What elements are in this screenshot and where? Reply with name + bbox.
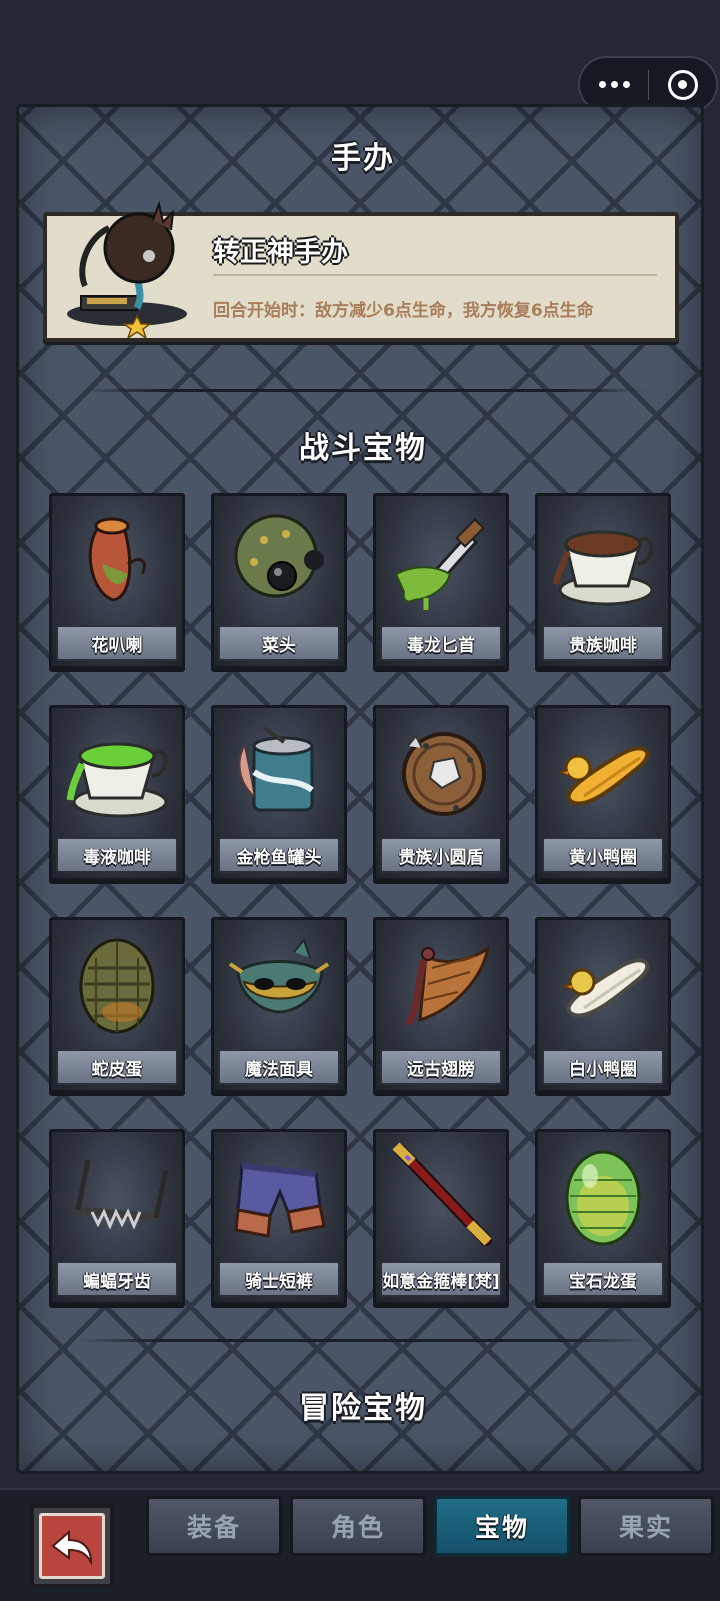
cabbage-head-icon — [234, 514, 324, 598]
treasure-item-label: 花叭喇 — [56, 625, 178, 661]
treasure-item-label: 远古翅膀 — [380, 1049, 502, 1085]
round-shield-icon — [402, 732, 486, 816]
white-duck-ring-icon — [561, 958, 650, 1018]
treasure-item-label: 白小鸭圈 — [542, 1049, 664, 1085]
treasure-screen: 手办 转正神手办 回合开始时：敌方减少6点生命，我方恢复6点生命 战斗宝物 花叭… — [0, 0, 720, 1601]
treasure-item-label: 金枪鱼罐头 — [218, 837, 340, 873]
treasure-item[interactable]: 宝石龙蛋 — [535, 1129, 671, 1305]
treasure-item-label: 蛇皮蛋 — [56, 1049, 178, 1085]
golden-staff-icon — [392, 1142, 492, 1246]
figure-statue-icon — [67, 200, 187, 338]
poison-coffee-icon — [66, 742, 168, 818]
figure-name: 转正神手办 — [213, 237, 348, 268]
poison-dagger-icon — [394, 518, 485, 610]
section-divider — [79, 1339, 647, 1342]
bottom-tab-bar: 装备 角色 宝物 果实 — [0, 1488, 720, 1601]
treasure-item[interactable]: 远古翅膀 — [373, 917, 509, 1093]
treasure-item-label: 宝石龙蛋 — [542, 1261, 664, 1297]
treasure-item-label: 贵族咖啡 — [542, 625, 664, 661]
treasure-item[interactable]: 蛇皮蛋 — [49, 917, 185, 1093]
treasure-panel[interactable]: 手办 转正神手办 回合开始时：敌方减少6点生命，我方恢复6点生命 战斗宝物 花叭… — [16, 104, 704, 1474]
tab-treasure[interactable]: 宝物 — [434, 1496, 570, 1556]
treasure-item[interactable]: 贵族咖啡 — [535, 493, 671, 669]
snake-egg-icon — [79, 938, 155, 1034]
magic-mask-icon — [228, 937, 330, 1014]
treasure-item[interactable]: 如意金箍棒[梵] — [373, 1129, 509, 1305]
treasure-item[interactable]: 黄小鸭圈 — [535, 705, 671, 881]
treasure-item[interactable]: 魔法面具 — [211, 917, 347, 1093]
ancient-wing-icon — [405, 944, 491, 1027]
battle-section-title: 战斗宝物 — [299, 431, 427, 466]
bat-teeth-icon — [73, 1159, 169, 1230]
treasure-item[interactable]: 蝙蝠牙齿 — [49, 1129, 185, 1305]
treasure-item[interactable]: 金枪鱼罐头 — [211, 705, 347, 881]
figure-divider — [213, 274, 657, 276]
treasure-item-label: 毒龙匕首 — [380, 625, 502, 661]
treasure-item-label: 如意金箍棒[梵] — [380, 1261, 502, 1297]
treasure-item-label: 贵族小圆盾 — [380, 837, 502, 873]
treasure-item-label: 骑士短裤 — [218, 1261, 340, 1297]
treasure-item[interactable]: 贵族小圆盾 — [373, 705, 509, 881]
battle-treasure-grid: 花叭喇 菜头 毒龙匕首 贵族咖啡 毒液咖啡 金枪鱼罐头 贵族小圆盾 黄小鸭圈 蛇… — [49, 493, 677, 1305]
tuna-can-icon — [238, 726, 314, 812]
treasure-item[interactable]: 毒龙匕首 — [373, 493, 509, 669]
back-button[interactable] — [30, 1504, 114, 1588]
treasure-item-label: 菜头 — [218, 625, 340, 661]
treasure-item-label: 毒液咖啡 — [56, 837, 178, 873]
treasure-item-label: 蝙蝠牙齿 — [56, 1261, 178, 1297]
treasure-item[interactable]: 骑士短裤 — [211, 1129, 347, 1305]
treasure-item[interactable]: 白小鸭圈 — [535, 917, 671, 1093]
adventure-section-title: 冒险宝物 — [299, 1391, 427, 1426]
figure-section-title: 手办 — [331, 141, 395, 176]
yellow-duck-ring-icon — [557, 746, 650, 806]
pitcher-plant-icon — [88, 517, 146, 602]
treasure-item[interactable]: 毒液咖啡 — [49, 705, 185, 881]
section-divider — [79, 389, 647, 392]
figure-description: 回合开始时：敌方减少6点生命，我方恢复6点生命 — [213, 301, 594, 321]
tab-equipment[interactable]: 装备 — [146, 1496, 282, 1556]
tab-fruit[interactable]: 果实 — [578, 1496, 714, 1556]
treasure-item[interactable]: 菜头 — [211, 493, 347, 669]
treasure-item[interactable]: 花叭喇 — [49, 493, 185, 669]
figure-card[interactable]: 转正神手办 回合开始时：敌方减少6点生命，我方恢复6点生命 — [43, 200, 679, 342]
tab-character[interactable]: 角色 — [290, 1496, 426, 1556]
knight-shorts-icon — [234, 1163, 326, 1238]
gem-dragon-egg-icon — [565, 1150, 641, 1246]
treasure-item-label: 魔法面具 — [218, 1049, 340, 1085]
treasure-item-label: 黄小鸭圈 — [542, 837, 664, 873]
back-arrow-icon — [51, 1529, 93, 1566]
coffee-cup-icon — [553, 530, 654, 606]
